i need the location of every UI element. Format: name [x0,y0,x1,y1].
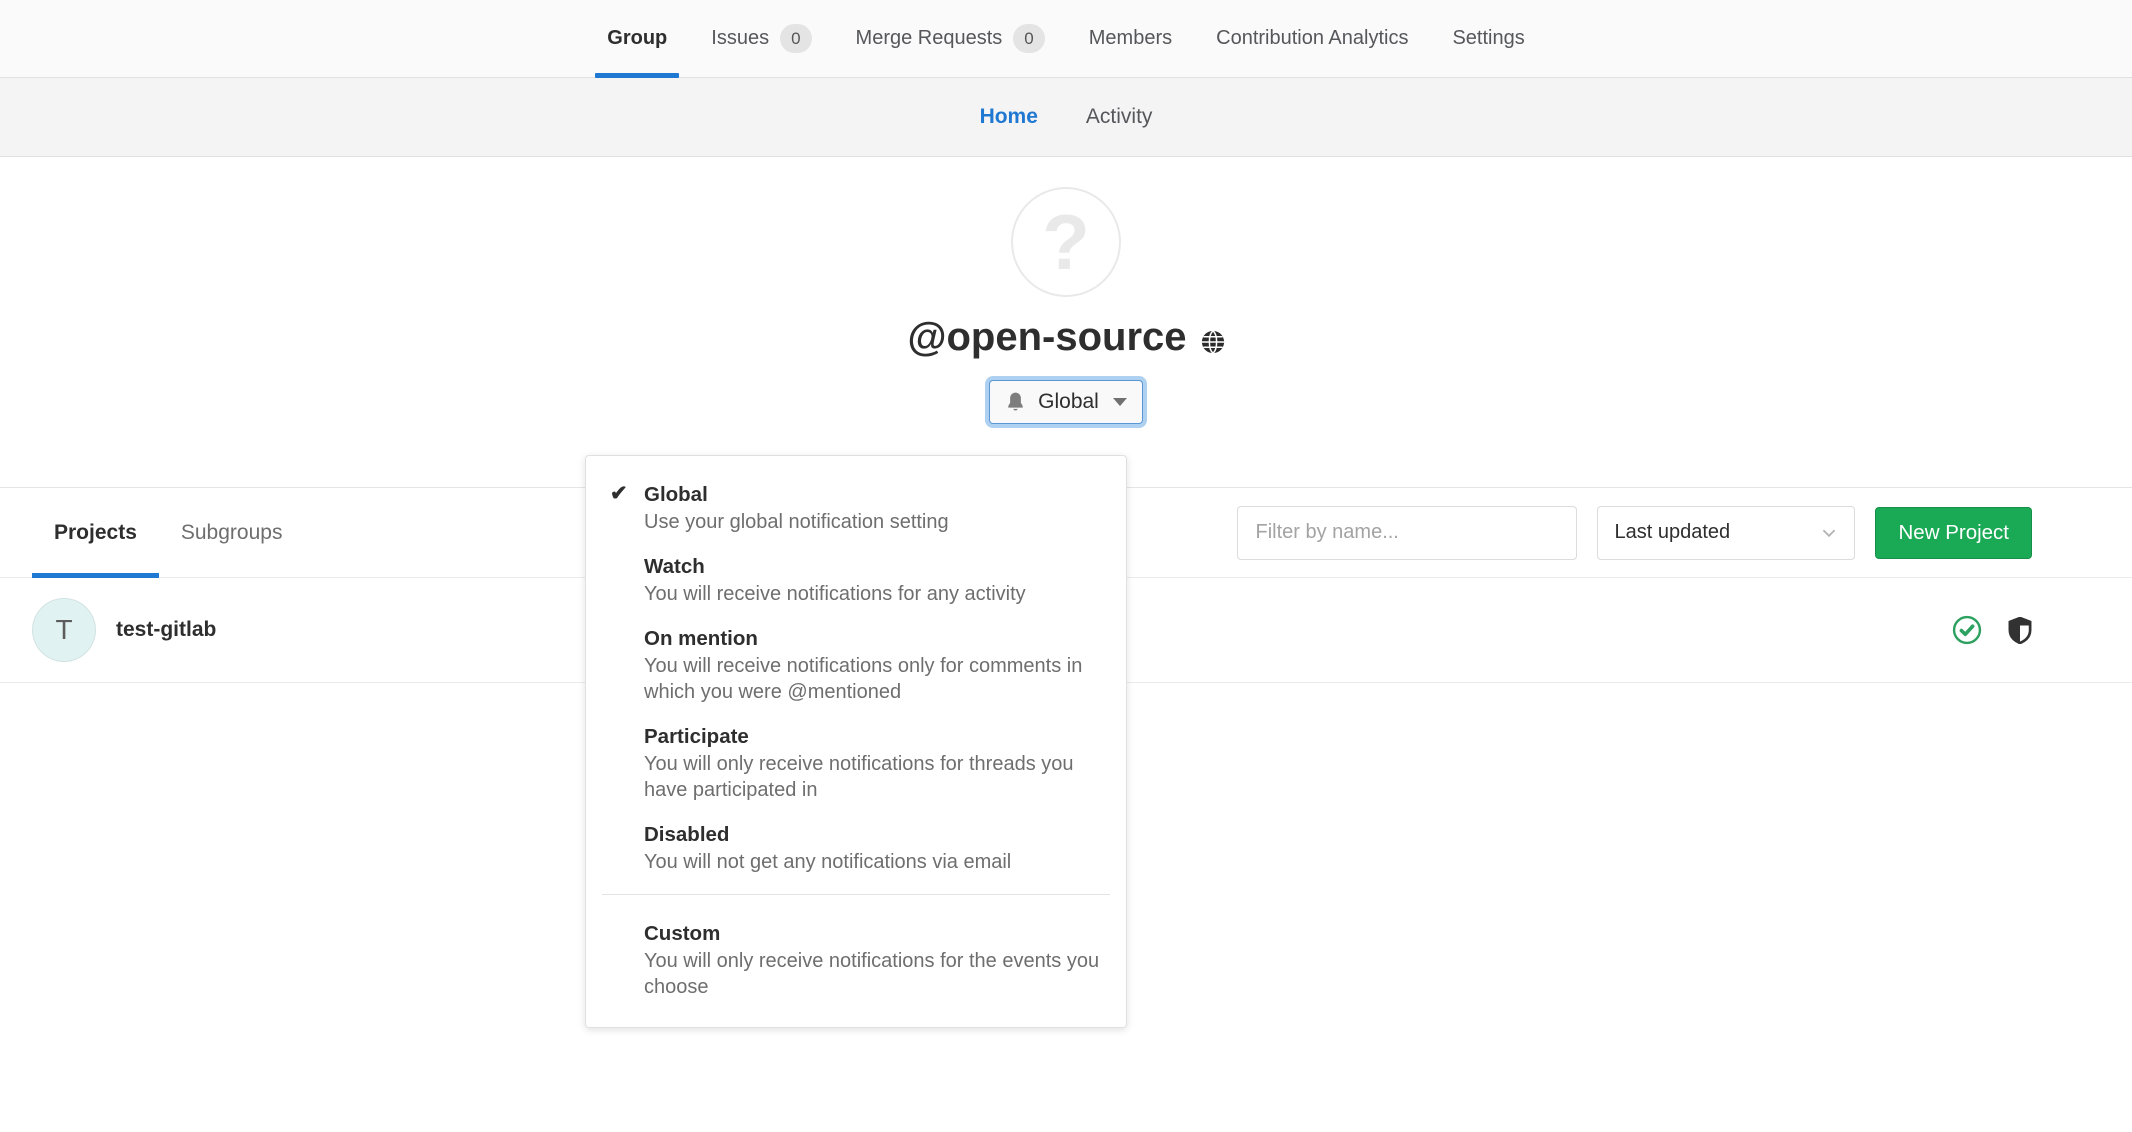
menu-item-disabled[interactable]: Disabled You will not get any notificati… [586,812,1126,884]
menu-item-description: Use your global notification setting [644,509,1102,535]
filter-by-name-input[interactable] [1237,506,1577,560]
tab-label: Projects [54,521,137,545]
tab-label: Members [1089,27,1172,50]
active-tab-indicator [32,573,159,578]
group-avatar-placeholder: ? [1042,197,1090,288]
notification-setting-button[interactable]: Global [989,380,1143,424]
group-top-nav: Group Issues 0 Merge Requests 0 Members … [0,0,2132,78]
earth-icon [1201,330,1225,354]
tab-projects[interactable]: Projects [32,488,159,577]
group-name-text: @open-source [907,315,1186,360]
menu-item-description: You will receive notifications only for … [644,653,1102,705]
group-avatar: ? [1011,187,1121,297]
menu-item-description: You will receive notifications for any a… [644,581,1102,607]
menu-item-title: Watch [644,553,1102,580]
notification-setting-label: Global [1038,390,1099,414]
tab-label: Merge Requests [856,27,1003,50]
tab-label: Issues [711,27,769,50]
tab-label: Group [607,27,667,50]
menu-item-title: On mention [644,625,1102,652]
menu-item-on-mention[interactable]: On mention You will receive notification… [586,616,1126,714]
tab-merge-requests[interactable]: Merge Requests 0 [834,0,1067,77]
sort-dropdown[interactable]: Last updated [1597,506,1855,560]
group-sub-nav: Home Activity [0,78,2132,157]
menu-item-description: You will only receive notifications for … [644,751,1102,803]
merge-requests-count-badge: 0 [1013,24,1044,53]
menu-item-custom[interactable]: Custom You will only receive notificatio… [586,911,1126,1009]
chevron-down-icon [1820,524,1838,542]
menu-item-title: Participate [644,723,1102,750]
menu-item-participate[interactable]: Participate You will only receive notifi… [586,714,1126,812]
menu-item-title: Disabled [644,821,1102,848]
tab-issues[interactable]: Issues 0 [689,0,833,77]
menu-item-title: Custom [644,920,1102,947]
subnav-item-activity[interactable]: Activity [1062,105,1177,129]
tab-label: Subgroups [181,521,283,545]
tab-label: Contribution Analytics [1216,27,1408,50]
project-avatar-letter: T [55,614,72,646]
subnav-item-home[interactable]: Home [956,105,1062,129]
project-avatar: T [32,598,96,662]
subnav-label: Activity [1086,105,1153,128]
menu-item-watch[interactable]: Watch You will receive notifications for… [586,544,1126,616]
shield-half-icon [2008,617,2032,644]
menu-item-description: You will not get any notifications via e… [644,849,1102,875]
group-header: ? @open-source Global [0,157,2132,488]
tab-contribution-analytics[interactable]: Contribution Analytics [1194,0,1430,77]
tab-members[interactable]: Members [1067,0,1194,77]
active-tab-indicator [595,73,679,78]
tab-subgroups[interactable]: Subgroups [159,488,305,577]
check-circle-icon [1952,615,1982,645]
issues-count-badge: 0 [780,24,811,53]
new-project-button[interactable]: New Project [1875,507,2032,559]
bell-icon [1005,391,1026,414]
group-name: @open-source [0,315,2132,360]
menu-item-title: Global [644,481,1102,508]
menu-item-description: You will only receive notifications for … [644,948,1102,1000]
sort-selected-value: Last updated [1614,521,1730,544]
tab-settings[interactable]: Settings [1430,0,1546,77]
menu-divider [602,894,1110,895]
notification-dropdown-menu: ✔ Global Use your global notification se… [585,455,1127,1028]
subnav-label: Home [980,105,1038,128]
project-name-link[interactable]: test-gitlab [116,618,216,642]
caret-down-icon [1113,398,1127,406]
check-icon: ✔ [610,481,628,506]
tab-group[interactable]: Group [585,0,689,77]
tab-label: Settings [1452,27,1524,50]
menu-item-global[interactable]: ✔ Global Use your global notification se… [586,472,1126,544]
